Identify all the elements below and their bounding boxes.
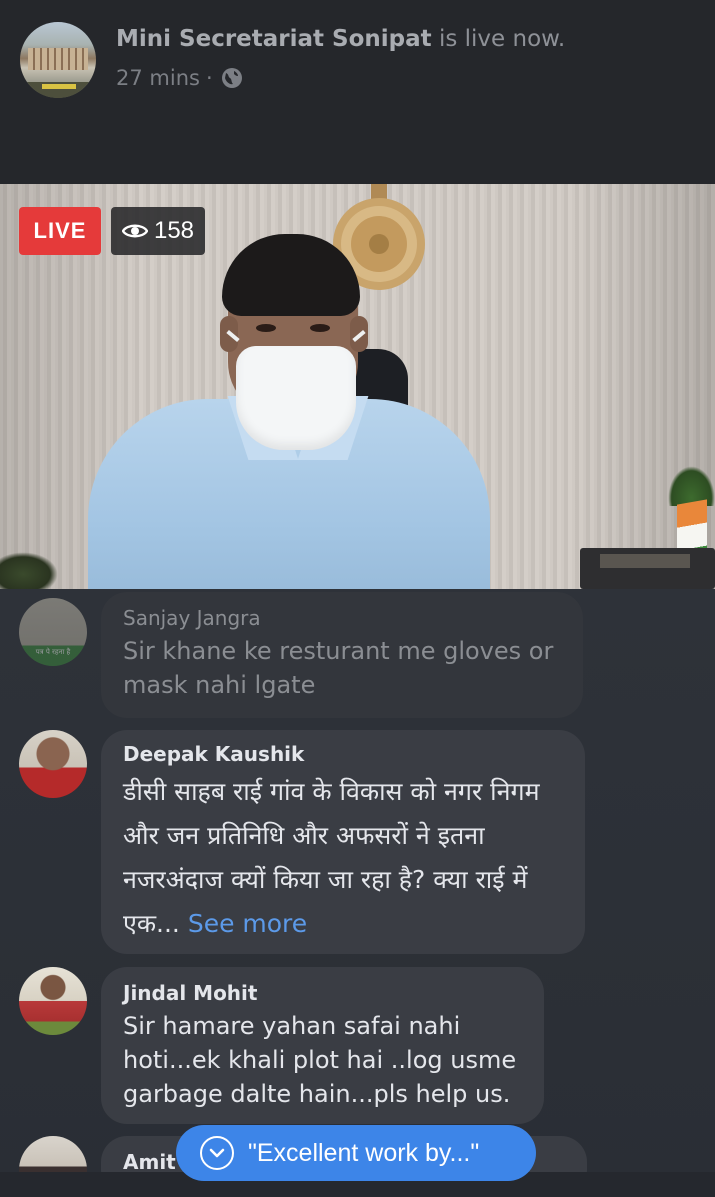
post-header: Mini Secretariat Sonipat is live now. 27… — [0, 0, 715, 184]
commenter-avatar[interactable] — [19, 730, 87, 798]
time-ago[interactable]: 27 mins — [116, 66, 200, 90]
comment-bubble[interactable]: Deepak Kaushik डीसी साहब राई गांव के विक… — [101, 730, 585, 954]
commenter-avatar[interactable]: पत्र पे रहना है — [19, 598, 87, 666]
viewer-count-badge: 158 — [111, 207, 205, 255]
plant — [668, 466, 715, 506]
page-name[interactable]: Mini Secretariat Sonipat — [116, 26, 432, 52]
page-avatar[interactable] — [20, 22, 96, 98]
live-video[interactable] — [0, 184, 715, 589]
commenter-name[interactable]: Deepak Kaushik — [123, 742, 563, 766]
comment-text-body: डीसी साहब राई गांव के विकास को नगर निगम … — [123, 777, 540, 938]
viewer-count: 158 — [153, 217, 195, 244]
avatar-caption: पत्र पे रहना है — [35, 648, 71, 656]
globe-icon — [221, 67, 243, 89]
post-meta: 27 mins · — [116, 66, 243, 90]
live-badge: LIVE — [19, 207, 101, 255]
comment-bubble[interactable]: Sanjay Jangra Sir khane ke resturant me … — [101, 592, 583, 718]
plant — [0, 552, 58, 589]
eye-icon — [121, 224, 148, 238]
comment-bubble[interactable]: Jindal Mohit Sir hamare yahan safai nahi… — [101, 967, 544, 1124]
live-status-text: is live now. — [438, 26, 566, 52]
live-status-line: Mini Secretariat Sonipat is live now. — [116, 26, 565, 52]
comment-text: डीसी साहब राई गांव के विकास को नगर निगम … — [123, 770, 563, 946]
commenter-name[interactable]: Jindal Mohit — [123, 981, 522, 1005]
see-more-link[interactable]: See more — [188, 909, 307, 938]
eye-left — [256, 324, 276, 332]
face-mask — [236, 346, 356, 450]
new-comments-pill[interactable]: "Excellent work by..." — [176, 1125, 536, 1181]
desk-nameplate — [580, 548, 715, 589]
comment-text: Sir hamare yahan safai nahi hoti...ek kh… — [123, 1012, 517, 1108]
chevron-down-icon — [200, 1136, 234, 1170]
commenter-avatar[interactable] — [19, 967, 87, 1035]
comment-text: Sir khane ke resturant me gloves or mask… — [123, 637, 554, 699]
new-comment-preview: "Excellent work by..." — [248, 1138, 480, 1167]
eye-right — [310, 324, 330, 332]
meta-separator: · — [205, 66, 213, 90]
commenter-name[interactable]: Sanjay Jangra — [123, 606, 561, 630]
